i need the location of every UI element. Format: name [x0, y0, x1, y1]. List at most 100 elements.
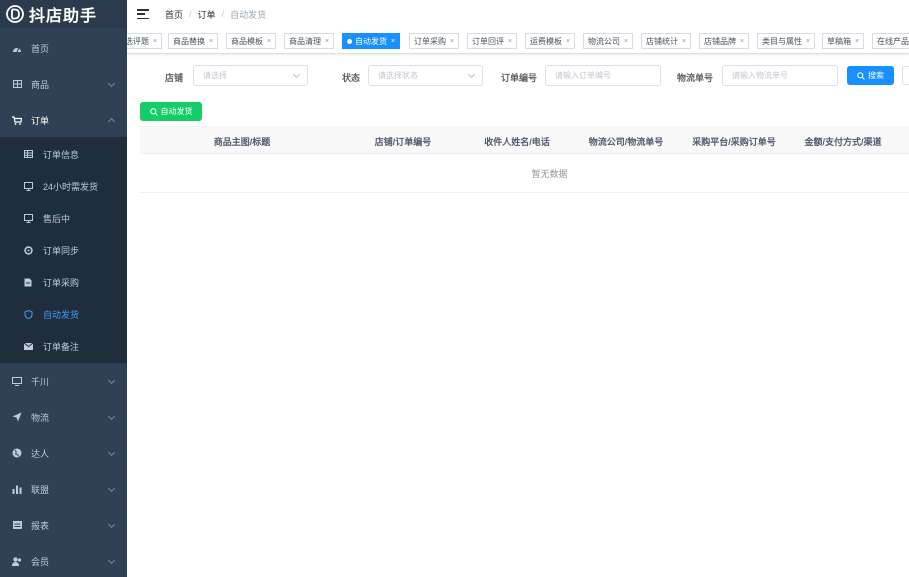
- sidebar-item-label: 订单: [31, 115, 50, 126]
- tag-label: 在线产品: [877, 36, 909, 46]
- tag-item[interactable]: 订单采购 ×: [409, 33, 460, 49]
- column-header-amount: 金额/支付方式/渠道: [804, 137, 882, 147]
- close-icon[interactable]: ×: [267, 38, 271, 45]
- tag-label: 物流公司: [588, 36, 620, 46]
- status-select[interactable]: 请选择状态: [368, 65, 483, 86]
- sidebar-item-members[interactable]: 会员: [0, 546, 127, 576]
- submenu-item-after-sales[interactable]: 售后中: [0, 203, 127, 233]
- close-icon[interactable]: ×: [624, 38, 628, 45]
- reset-button[interactable]: [902, 66, 909, 85]
- sidebar-item-home[interactable]: 首页: [0, 33, 127, 63]
- sidebar-item-logistics[interactable]: 物流: [0, 402, 127, 432]
- submenu-item-label: 订单备注: [43, 341, 80, 352]
- breadcrumb-current: 自动发货: [230, 9, 267, 20]
- active-dot-icon: [347, 38, 352, 44]
- breadcrumb-home[interactable]: 首页: [165, 8, 183, 21]
- bar-chart-icon: [11, 485, 23, 494]
- submenu-item-order-purchase[interactable]: 订单采购: [0, 267, 127, 297]
- shop-select-placeholder: 请选择: [203, 71, 227, 80]
- tag-item[interactable]: 类目与属性 ×: [757, 33, 816, 49]
- column-header-shop-order: 店铺/订单编号: [374, 137, 432, 147]
- order-no-input[interactable]: 请输入订单编号: [545, 65, 661, 86]
- close-icon[interactable]: ×: [508, 38, 512, 45]
- auto-ship-button[interactable]: 自动发货: [140, 102, 202, 121]
- sidebar-item-orders[interactable]: 订单: [0, 105, 127, 135]
- close-icon[interactable]: ×: [153, 38, 157, 45]
- sidebar: 抖店助手 首页 商品 订单 订单信息 24小时需发货 售后中 订单同步 订单采购…: [0, 0, 127, 577]
- close-icon[interactable]: ×: [740, 38, 744, 45]
- close-icon[interactable]: ×: [855, 38, 859, 45]
- logistics-no-placeholder: 请输入物流单号: [732, 71, 788, 80]
- chevron-down-icon: [292, 70, 301, 79]
- chevron-down-icon: [107, 412, 116, 421]
- tag-item[interactable]: 店铺品牌 ×: [699, 33, 750, 49]
- tag-item[interactable]: 选评题 ×: [127, 33, 163, 49]
- tag-item[interactable]: 商品模板 ×: [226, 33, 277, 49]
- hamburger-icon[interactable]: [137, 9, 149, 19]
- close-icon[interactable]: ×: [209, 38, 213, 45]
- table-header: 商品主图/标题 店铺/订单编号 收件人姓名/电话 物流公司/物流单号 采购平台/…: [140, 126, 909, 154]
- sidebar-item-influencers[interactable]: 达人: [0, 438, 127, 468]
- breadcrumb-orders[interactable]: 订单: [198, 8, 216, 21]
- tag-item[interactable]: 订单回评 ×: [467, 33, 518, 49]
- tag-item[interactable]: 店铺统计 ×: [641, 33, 692, 49]
- navbar: 首页 / 订单 / 自动发货: [127, 0, 909, 28]
- empty-text: 暂无数据: [531, 168, 568, 179]
- mail-icon: [22, 342, 34, 350]
- submenu-item-order-notes[interactable]: 订单备注: [0, 331, 127, 361]
- tag-item[interactable]: 草稿箱 ×: [822, 33, 865, 49]
- monitor-icon: [11, 376, 23, 386]
- tag-item[interactable]: 运费模板 ×: [525, 33, 576, 49]
- sidebar-item-qianchuan[interactable]: 千川: [0, 366, 127, 396]
- tag-item[interactable]: 物流公司 ×: [583, 33, 634, 49]
- sidebar-item-products[interactable]: 商品: [0, 69, 127, 99]
- send-icon: [11, 412, 23, 422]
- chevron-down-icon: [107, 79, 116, 88]
- submenu-item-order-sync[interactable]: 订单同步: [0, 235, 127, 265]
- tag-label: 订单采购: [414, 36, 446, 46]
- shop-select[interactable]: 请选择: [193, 65, 308, 86]
- tag-item[interactable]: 商品替换 ×: [168, 33, 219, 49]
- tag-label: 类目与属性: [762, 36, 802, 46]
- breadcrumb: 首页 / 订单 / 自动发货: [165, 8, 266, 21]
- close-icon[interactable]: ×: [566, 38, 570, 45]
- sidebar-item-reports[interactable]: 报表: [0, 510, 127, 540]
- document-icon: [22, 278, 34, 287]
- tag-label: 商品清理: [289, 36, 321, 46]
- close-icon[interactable]: ×: [325, 38, 329, 45]
- breadcrumb-separator: /: [221, 9, 225, 19]
- close-icon[interactable]: ×: [391, 38, 395, 45]
- chevron-down-icon: [107, 520, 116, 529]
- submenu-item-order-info[interactable]: 订单信息: [0, 139, 127, 169]
- dashboard-icon: [11, 44, 23, 53]
- tag-label: 订单回评: [472, 36, 504, 46]
- user-icon: [11, 556, 23, 566]
- close-icon[interactable]: ×: [450, 38, 454, 45]
- column-header-logistics: 物流公司/物流单号: [588, 137, 664, 147]
- tag-item[interactable]: 商品清理 ×: [284, 33, 335, 49]
- tag-label: 选评题: [127, 36, 149, 46]
- tag-label: 自动发货: [355, 36, 387, 46]
- status-label: 状态: [342, 73, 361, 83]
- tag-item-active[interactable]: 自动发货 ×: [342, 33, 401, 49]
- search-button[interactable]: 搜索: [847, 66, 894, 85]
- submenu-item-auto-ship[interactable]: 自动发货: [0, 299, 127, 329]
- app-title: 抖店助手: [29, 8, 98, 25]
- submenu-item-24h-ship[interactable]: 24小时需发货: [0, 171, 127, 201]
- sidebar-item-label: 物流: [31, 412, 50, 423]
- chevron-down-icon: [467, 70, 476, 79]
- tags-view: 选评题 × 商品替换 × 商品模板 × 商品清理 × 自动发货 × 订单采购 × 订单回评 ×…: [127, 28, 909, 54]
- monitor-icon: [22, 181, 34, 191]
- submenu-item-label: 自动发货: [43, 309, 80, 320]
- sidebar-item-label: 联盟: [31, 484, 50, 495]
- sidebar-item-label: 达人: [31, 448, 50, 459]
- logistics-no-input[interactable]: 请输入物流单号: [722, 65, 838, 86]
- sidebar-item-label: 首页: [31, 43, 50, 54]
- close-icon[interactable]: ×: [682, 38, 686, 45]
- sidebar-item-alliance[interactable]: 联盟: [0, 474, 127, 504]
- tag-item[interactable]: 在线产品×: [872, 33, 909, 49]
- chevron-up-icon: [107, 117, 116, 126]
- close-icon[interactable]: ×: [806, 38, 810, 45]
- order-no-placeholder: 请输入订单编号: [555, 71, 611, 80]
- tag-label: 运费模板: [530, 36, 562, 46]
